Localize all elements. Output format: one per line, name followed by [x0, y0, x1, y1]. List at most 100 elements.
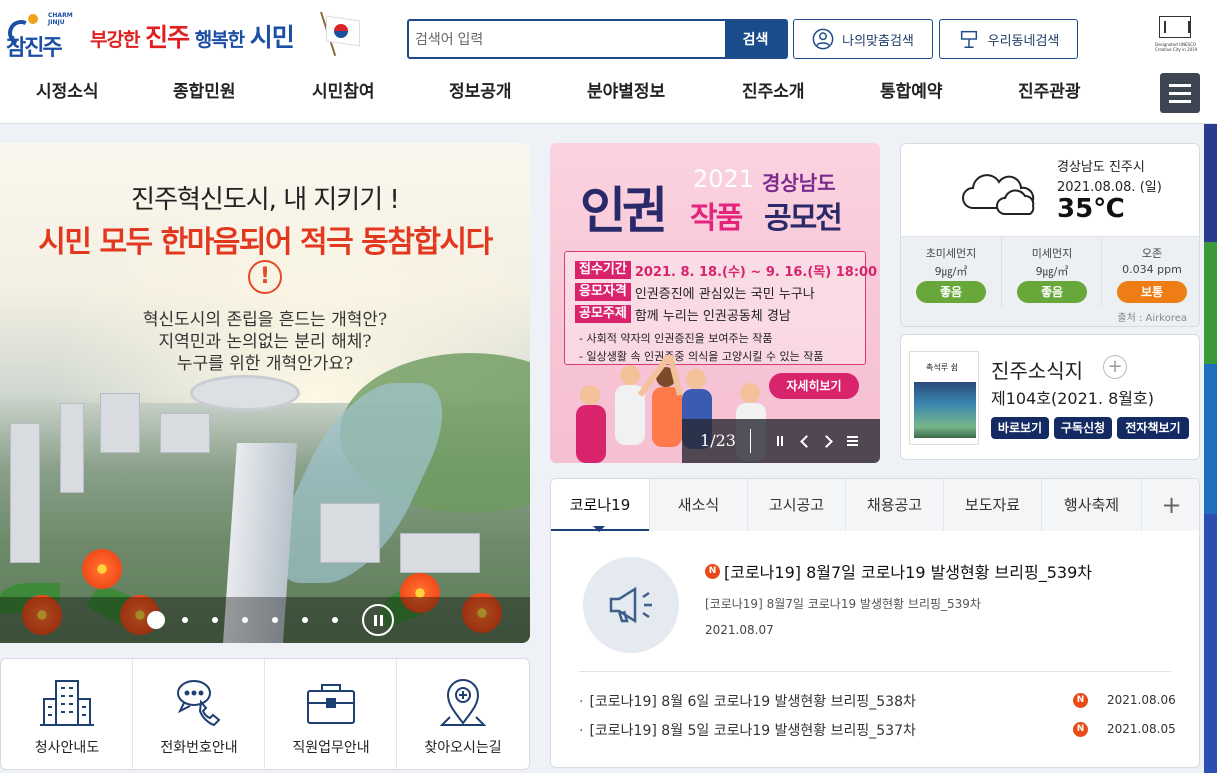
banner-dot[interactable]: [242, 617, 248, 623]
air-grade-badge: 좋음: [1017, 281, 1087, 303]
main-banner[interactable]: 진주혁신도시, 내 지키기 ! 시민 모두 한마음되어 적극 동참합시다 ! 혁…: [0, 143, 530, 643]
nav-item[interactable]: 분야별정보: [587, 70, 665, 114]
banner-dot[interactable]: [147, 611, 165, 629]
magazine-ebook-button[interactable]: 전자책보기: [1117, 417, 1189, 439]
promo-counter: 1/23: [700, 419, 736, 463]
magazine-cover-image[interactable]: 촉석루 쉼: [909, 351, 979, 445]
my-custom-search-button[interactable]: 나의맞춤검색: [793, 19, 933, 59]
new-badge: N: [1073, 693, 1088, 708]
promo-region: 경상남도: [762, 171, 836, 195]
city-logo[interactable]: 참진주 CHARM JINJU: [4, 10, 84, 66]
promo-row: 공모주제 함께 누리는 인권공동체 경남: [575, 304, 791, 324]
weather-widget: 경상남도 진주시 2021.08.08. (일) 35℃ 초미세먼지 9㎍/㎥ …: [900, 143, 1200, 327]
nav-item[interactable]: 정보공개: [449, 70, 512, 114]
tab-covid19[interactable]: 코로나19: [551, 479, 649, 532]
promo-pause-icon[interactable]: [772, 433, 788, 449]
air-value: 0.034 ppm: [1122, 263, 1182, 276]
magazine-issue: 제104호(2021. 8월호): [991, 389, 1154, 408]
quick-menu: 청사안내도 전화번호안내 직원업무안내 찾아오시는길: [0, 658, 530, 771]
nav-item[interactable]: 시민참여: [312, 70, 375, 114]
nav-item[interactable]: 종합민원: [173, 70, 236, 114]
nav-item[interactable]: 시정소식: [36, 70, 99, 114]
search-input[interactable]: [409, 21, 725, 57]
nav-item[interactable]: 진주관광: [1018, 70, 1081, 114]
banner-controls: [0, 597, 530, 643]
nav-item[interactable]: 통합예약: [880, 70, 943, 114]
magazine-more-icon[interactable]: +: [1103, 355, 1127, 379]
banner-dot[interactable]: [302, 617, 308, 623]
featured-news-summary: [코로나19] 8월7일 코로나19 발생현황 브리핑_539차: [705, 597, 981, 611]
side-quick-rail[interactable]: [1204, 124, 1217, 773]
quick-item-staff-duties[interactable]: 직원업무안내: [265, 659, 397, 771]
logo-text: 참진주: [6, 36, 63, 61]
banner-dot[interactable]: [182, 617, 188, 623]
news-more-button[interactable]: +: [1141, 479, 1199, 531]
banner-pause-button[interactable]: [362, 604, 394, 636]
magazine-subscribe-button[interactable]: 구독신청: [1054, 417, 1112, 439]
promo-row-text: 2021. 8. 18.(수) ~ 9. 16.(목) 18:00: [634, 264, 878, 280]
promo-detail-button[interactable]: 자세히보기: [769, 373, 859, 399]
banner-headline: 진주혁신도시, 내 지키기 !: [131, 185, 400, 215]
news-list-item[interactable]: [코로나19] 8월 5일 코로나19 발생현황 브리핑_537차 N 2021…: [579, 718, 1176, 742]
slogan: 부강한 진주 행복한 시민: [90, 22, 295, 56]
promo-row: 응모자격 인권증진에 관심있는 국민 누구나: [575, 282, 815, 302]
news-list-item[interactable]: [코로나19] 8월 6일 코로나19 발생현황 브리핑_538차 N 2021…: [579, 689, 1176, 713]
promo-row-text: 함께 누리는 인권공동체 경남: [634, 308, 791, 324]
promo-row-text: 인권증진에 관심있는 국민 누구나: [634, 286, 815, 302]
quick-item-label: 전화번호안내: [160, 740, 238, 756]
promo-banner[interactable]: 인권 2021 경상남도 작품 공모전 접수기간 2021. 8. 18.(수) …: [550, 143, 880, 463]
featured-news-title[interactable]: N [코로나19] 8월7일 코로나19 발생현황 브리핑_539차: [705, 559, 1092, 583]
banner-dot[interactable]: [212, 617, 218, 623]
promo-title-c: 공모전: [764, 201, 843, 236]
air-value: 9㎍/㎥: [934, 265, 968, 278]
logo-dot-icon: [28, 14, 38, 24]
promo-row: 접수기간 2021. 8. 18.(수) ~ 9. 16.(목) 18:00: [575, 260, 877, 280]
weather-temperature: 35℃: [1057, 194, 1125, 224]
tab-news[interactable]: 새소식: [649, 479, 747, 531]
banner-sub-part: 시민 모두: [38, 225, 161, 260]
phone-chat-icon: [177, 680, 221, 727]
banner-sub-part: 되어 적극 동참합시다: [238, 225, 493, 260]
banner-dot[interactable]: [332, 617, 338, 623]
banner-subheadline: 시민 모두 한마음되어 적극 동참합시다: [0, 217, 530, 261]
tab-events[interactable]: 행사축제: [1041, 479, 1141, 531]
new-badge: N: [1073, 722, 1088, 737]
promo-controls: 1/23: [682, 419, 880, 463]
banner-dot[interactable]: [272, 617, 278, 623]
news-item-title: [코로나19] 8월 5일 코로나19 발생현황 브리핑_537차: [579, 720, 915, 740]
air-name: 오존: [1141, 247, 1163, 260]
promo-prev-icon[interactable]: [796, 433, 812, 449]
air-item-ozone: 오존 0.034 ppm 보통: [1101, 237, 1199, 307]
air-item-pm10: 미세먼지 9㎍/㎥ 좋음: [1001, 237, 1101, 307]
quick-item-label: 청사안내도: [34, 740, 100, 756]
air-value: 9㎍/㎥: [1035, 265, 1069, 278]
quick-item-phone-directory[interactable]: 전화번호안내: [133, 659, 265, 771]
nav-item[interactable]: 진주소개: [742, 70, 805, 114]
page: 참진주 CHARM JINJU 부강한 진주 행복한 시민 검색 나의맞춤검색 …: [0, 0, 1217, 773]
search-button[interactable]: 검색: [725, 21, 786, 57]
news-item-title: [코로나19] 8월 6일 코로나19 발생현황 브리핑_538차: [579, 691, 915, 711]
megaphone-icon: [609, 586, 652, 624]
briefcase-icon: [307, 684, 355, 724]
promo-counter-current: 1: [700, 431, 711, 450]
tab-press[interactable]: 보도자료: [943, 479, 1041, 531]
weather-location: 경상남도 진주시: [1057, 160, 1145, 175]
tab-notices[interactable]: 고시공고: [747, 479, 845, 531]
promo-counter-total: /23: [710, 431, 736, 450]
air-name: 초미세먼지: [925, 247, 977, 260]
new-badge: N: [705, 564, 720, 579]
tab-recruitment[interactable]: 채용공고: [845, 479, 943, 531]
quick-item-directions[interactable]: 찾아오시는길: [397, 659, 529, 771]
town-search-button[interactable]: 우리동네검색: [939, 19, 1078, 59]
quick-item-office-map[interactable]: 청사안내도: [1, 659, 133, 771]
news-board: 코로나19 새소식 고시공고 채용공고 보도자료 행사축제 + N [코로나19]…: [550, 478, 1200, 768]
promo-info-box: 접수기간 2021. 8. 18.(수) ~ 9. 16.(목) 18:00 응모…: [564, 251, 877, 365]
promo-next-icon[interactable]: [820, 433, 836, 449]
weather-date: 2021.08.08. (일): [1057, 180, 1162, 195]
magazine-view-button[interactable]: 바로보기: [991, 417, 1049, 439]
hamburger-menu-button[interactable]: [1160, 73, 1200, 113]
my-search-label: 나의맞춤검색: [842, 33, 914, 49]
promo-year: 2021: [693, 165, 755, 193]
logo-en: CHARM JINJU: [48, 12, 73, 26]
promo-list-icon[interactable]: [844, 433, 860, 449]
